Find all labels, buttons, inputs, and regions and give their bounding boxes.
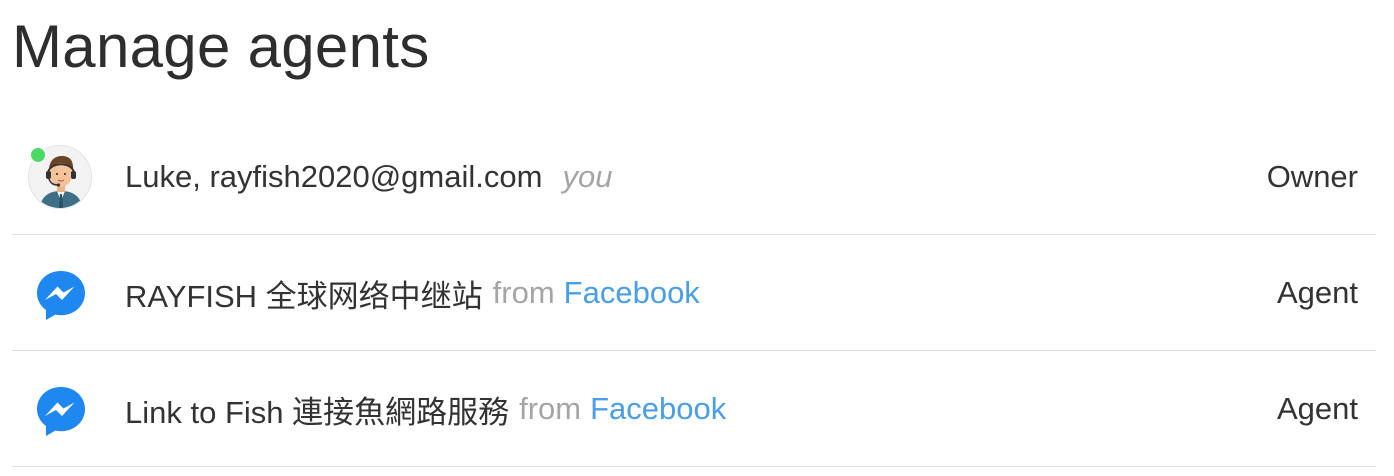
agent-info: Link to Fish 連接魚網路服務 from Facebook (125, 351, 726, 467)
agent-list: Luke, rayfish2020@gmail.com you Owner RA… (12, 119, 1376, 467)
page-title: Manage agents (12, 13, 430, 80)
source-link[interactable]: Facebook (564, 275, 700, 311)
from-label: from (492, 275, 555, 310)
agent-role[interactable]: Agent (1277, 235, 1358, 351)
agent-name: Luke, rayfish2020@gmail.com (125, 159, 543, 194)
messenger-icon (33, 267, 89, 325)
manage-agents-page: Manage agents Luke, rayfish2020@gmail.co… (0, 0, 1394, 476)
agent-name: RAYFISH 全球网络中继站 (125, 278, 483, 314)
agent-info: Luke, rayfish2020@gmail.com you (125, 119, 612, 235)
agent-name: Link to Fish 連接魚網路服務 (125, 394, 510, 430)
agent-role[interactable]: Owner (1267, 119, 1358, 235)
agent-role[interactable]: Agent (1277, 351, 1358, 467)
agent-row-owner[interactable]: Luke, rayfish2020@gmail.com you Owner (12, 119, 1376, 235)
you-tag: you (562, 159, 613, 194)
source-link[interactable]: Facebook (590, 391, 726, 427)
agent-row[interactable]: Link to Fish 連接魚網路服務 from Facebook Agent (12, 351, 1376, 467)
avatar (28, 145, 92, 209)
messenger-icon (33, 383, 89, 441)
online-status-dot (29, 146, 47, 164)
agent-row[interactable]: RAYFISH 全球网络中继站 from Facebook Agent (12, 235, 1376, 351)
agent-info: RAYFISH 全球网络中继站 from Facebook (125, 235, 700, 351)
from-label: from (519, 391, 582, 426)
